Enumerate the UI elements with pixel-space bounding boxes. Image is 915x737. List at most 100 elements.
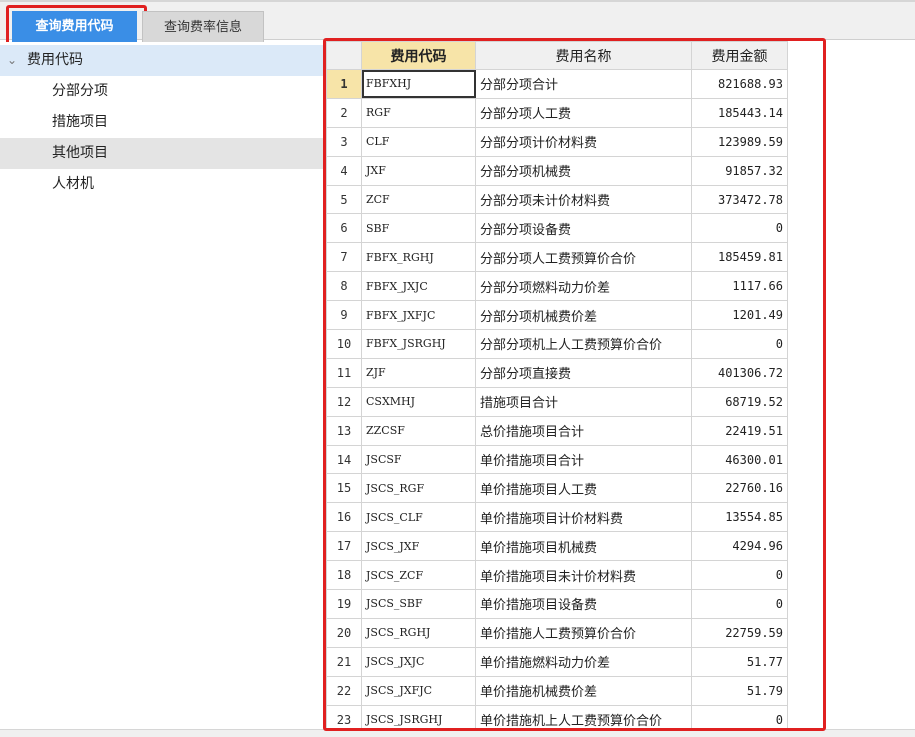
table-row[interactable]: 14 JSCSF 单价措施项目合计 46300.01 [326, 444, 788, 475]
fee-name-cell[interactable]: 分部分项合计 [475, 69, 692, 99]
fee-amount-cell[interactable]: 0 [691, 329, 788, 359]
fee-name-cell[interactable]: 单价措施项目未计价材料费 [475, 560, 692, 591]
table-row[interactable]: 11 ZJF 分部分项直接费 401306.72 [326, 357, 788, 388]
table-row[interactable]: 21 JSCS_JXJC 单价措施燃料动力价差 51.77 [326, 646, 788, 677]
fee-name-cell[interactable]: 单价措施项目机械费 [475, 531, 692, 562]
row-number-cell[interactable]: 9 [326, 300, 362, 331]
fee-code-cell[interactable]: FBFXHJ [361, 69, 476, 99]
fee-code-cell[interactable]: JSCS_ZCF [361, 560, 476, 591]
chevron-down-icon[interactable]: ⌄ [7, 45, 21, 76]
fee-code-cell[interactable]: CLF [361, 126, 476, 157]
table-row[interactable]: 18 JSCS_ZCF 单价措施项目未计价材料费 0 [326, 560, 788, 591]
table-row[interactable]: 3 CLF 分部分项计价材料费 123989.59 [326, 126, 788, 157]
fee-amount-cell[interactable]: 22419.51 [691, 415, 788, 446]
row-number-cell[interactable]: 5 [326, 184, 362, 215]
fee-amount-cell[interactable]: 0 [691, 704, 788, 728]
fee-amount-cell[interactable]: 13554.85 [691, 502, 788, 533]
fee-code-cell[interactable]: FBFX_JXFJC [361, 300, 476, 331]
row-number-cell[interactable]: 22 [326, 675, 362, 706]
fee-code-cell[interactable]: FBFX_JXJC [361, 271, 476, 302]
row-number-cell[interactable]: 16 [326, 502, 362, 533]
fee-amount-cell[interactable]: 91857.32 [691, 155, 788, 186]
table-row[interactable]: 1 FBFXHJ 分部分项合计 821688.93 [326, 69, 788, 99]
fee-amount-cell[interactable]: 68719.52 [691, 386, 788, 417]
column-header-fee-name[interactable]: 费用名称 [475, 41, 692, 70]
row-number-cell[interactable]: 17 [326, 531, 362, 562]
fee-code-cell[interactable]: ZCF [361, 184, 476, 215]
table-row[interactable]: 22 JSCS_JXFJC 单价措施机械费价差 51.79 [326, 675, 788, 706]
tree-node-sub-items[interactable]: 分部分项 [0, 76, 323, 107]
table-row[interactable]: 10 FBFX_JSRGHJ 分部分项机上人工费预算价合价 0 [326, 329, 788, 359]
row-number-cell[interactable]: 8 [326, 271, 362, 302]
fee-name-cell[interactable]: 分部分项设备费 [475, 213, 692, 244]
tree-node-fee-code[interactable]: ⌄ 费用代码 [0, 45, 323, 76]
fee-name-cell[interactable]: 分部分项直接费 [475, 357, 692, 388]
table-row[interactable]: 16 JSCS_CLF 单价措施项目计价材料费 13554.85 [326, 502, 788, 533]
row-number-cell[interactable]: 10 [326, 329, 362, 359]
fee-code-cell[interactable]: JSCS_SBF [361, 589, 476, 619]
row-number-cell[interactable]: 4 [326, 155, 362, 186]
row-number-cell[interactable]: 7 [326, 242, 362, 273]
fee-amount-cell[interactable]: 51.79 [691, 675, 788, 706]
row-number-cell[interactable]: 20 [326, 617, 362, 648]
table-row[interactable]: 23 JSCS_JSRGHJ 单价措施机上人工费预算价合价 0 [326, 704, 788, 728]
fee-code-cell[interactable]: ZZCSF [361, 415, 476, 446]
fee-amount-cell[interactable]: 1201.49 [691, 300, 788, 331]
row-number-cell[interactable]: 13 [326, 415, 362, 446]
tree-node-other-items[interactable]: 其他项目 [0, 138, 323, 169]
fee-code-cell[interactable]: ZJF [361, 357, 476, 388]
row-number-cell[interactable]: 3 [326, 126, 362, 157]
fee-amount-cell[interactable]: 123989.59 [691, 126, 788, 157]
fee-code-cell[interactable]: JSCS_JXJC [361, 646, 476, 677]
row-number-cell[interactable]: 21 [326, 646, 362, 677]
row-number-cell[interactable]: 18 [326, 560, 362, 591]
fee-amount-cell[interactable]: 51.77 [691, 646, 788, 677]
row-number-header[interactable] [326, 41, 362, 70]
column-header-fee-code[interactable]: 费用代码 [361, 41, 476, 70]
fee-amount-cell[interactable]: 22759.59 [691, 617, 788, 648]
row-number-cell[interactable]: 19 [326, 589, 362, 619]
fee-code-cell[interactable]: JSCS_RGF [361, 473, 476, 504]
table-row[interactable]: 15 JSCS_RGF 单价措施项目人工费 22760.16 [326, 473, 788, 504]
fee-name-cell[interactable]: 总价措施项目合计 [475, 415, 692, 446]
table-row[interactable]: 12 CSXMHJ 措施项目合计 68719.52 [326, 386, 788, 417]
row-number-cell[interactable]: 12 [326, 386, 362, 417]
fee-name-cell[interactable]: 单价措施机上人工费预算价合价 [475, 704, 692, 728]
fee-amount-cell[interactable]: 401306.72 [691, 357, 788, 388]
fee-code-cell[interactable]: RGF [361, 97, 476, 128]
fee-amount-cell[interactable]: 0 [691, 589, 788, 619]
table-row[interactable]: 20 JSCS_RGHJ 单价措施人工费预算价合价 22759.59 [326, 617, 788, 648]
fee-name-cell[interactable]: 分部分项机械费价差 [475, 300, 692, 331]
row-number-cell[interactable]: 15 [326, 473, 362, 504]
fee-name-cell[interactable]: 分部分项机上人工费预算价合价 [475, 329, 692, 359]
tree-node-labor-material-machine[interactable]: 人材机 [0, 169, 323, 200]
fee-name-cell[interactable]: 单价措施燃料动力价差 [475, 646, 692, 677]
row-number-cell[interactable]: 2 [326, 97, 362, 128]
fee-amount-cell[interactable]: 373472.78 [691, 184, 788, 215]
table-row[interactable]: 6 SBF 分部分项设备费 0 [326, 213, 788, 244]
fee-name-cell[interactable]: 分部分项机械费 [475, 155, 692, 186]
fee-amount-cell[interactable]: 22760.16 [691, 473, 788, 504]
fee-amount-cell[interactable]: 1117.66 [691, 271, 788, 302]
row-number-cell[interactable]: 23 [326, 704, 362, 728]
fee-amount-cell[interactable]: 185459.81 [691, 242, 788, 273]
fee-name-cell[interactable]: 单价措施项目合计 [475, 444, 692, 475]
fee-name-cell[interactable]: 单价措施项目人工费 [475, 473, 692, 504]
table-row[interactable]: 5 ZCF 分部分项未计价材料费 373472.78 [326, 184, 788, 215]
fee-name-cell[interactable]: 分部分项人工费 [475, 97, 692, 128]
fee-code-cell[interactable]: SBF [361, 213, 476, 244]
fee-name-cell[interactable]: 单价措施项目计价材料费 [475, 502, 692, 533]
table-row[interactable]: 19 JSCS_SBF 单价措施项目设备费 0 [326, 589, 788, 619]
table-row[interactable]: 8 FBFX_JXJC 分部分项燃料动力价差 1117.66 [326, 271, 788, 302]
table-row[interactable]: 7 FBFX_RGHJ 分部分项人工费预算价合价 185459.81 [326, 242, 788, 273]
fee-amount-cell[interactable]: 185443.14 [691, 97, 788, 128]
fee-amount-cell[interactable]: 0 [691, 213, 788, 244]
fee-name-cell[interactable]: 单价措施项目设备费 [475, 589, 692, 619]
tab-query-fee-code[interactable]: 查询费用代码 [12, 11, 137, 42]
fee-amount-cell[interactable]: 0 [691, 560, 788, 591]
tree-node-measures[interactable]: 措施项目 [0, 107, 323, 138]
fee-code-cell[interactable]: JXF [361, 155, 476, 186]
row-number-cell[interactable]: 6 [326, 213, 362, 244]
fee-code-cell[interactable]: FBFX_JSRGHJ [361, 329, 476, 359]
fee-amount-cell[interactable]: 4294.96 [691, 531, 788, 562]
